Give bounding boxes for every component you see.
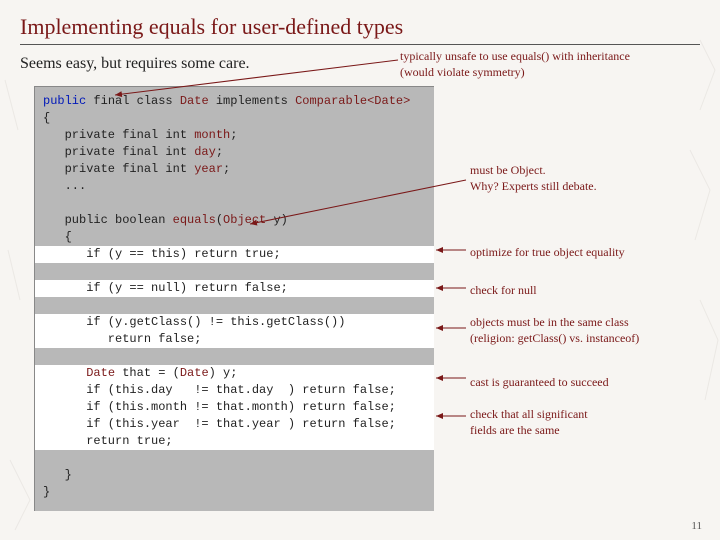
code-text: if (y.getClass() != this.getClass()) [43, 315, 345, 329]
code-text: { [43, 230, 72, 244]
code-text: ... [43, 179, 86, 193]
code-text: private final int [43, 145, 194, 159]
annotation-text: fields are the same [470, 422, 588, 438]
code-highlight: if (y == null) return false; [35, 280, 434, 297]
annotation-optimize: optimize for true object equality [470, 244, 625, 260]
code-text: final class [86, 94, 180, 108]
code-text: return false; [43, 332, 201, 346]
code-text: ( [216, 213, 223, 227]
code-text: public boolean [43, 213, 173, 227]
annotation-text: typically unsafe to use equals() with in… [400, 48, 690, 64]
annotation-text: (would violate symmetry) [400, 64, 690, 80]
code-text [43, 366, 86, 380]
code-highlight: if (y.getClass() != this.getClass()) ret… [35, 314, 434, 348]
annotation-fields: check that all significant fields are th… [470, 406, 588, 438]
code-lit: Date [180, 94, 209, 108]
code-lit: Date [86, 366, 115, 380]
code-lit: month [194, 128, 230, 142]
code-text: ; [216, 145, 223, 159]
annotation-text: check that all significant [470, 406, 588, 422]
code-text: implements [209, 94, 295, 108]
code-lit: day [194, 145, 216, 159]
annotation-null: check for null [470, 282, 537, 298]
code-text: if (this.year != that.year ) return fals… [43, 417, 396, 431]
code-text: return true; [43, 434, 173, 448]
slide: Implementing equals for user-defined typ… [0, 0, 720, 540]
code-highlight: if (y == this) return true; [35, 246, 434, 263]
annotation-text: (religion: getClass() vs. instanceof) [470, 330, 639, 346]
code-text: ) y; [209, 366, 238, 380]
slide-title: Implementing equals for user-defined typ… [20, 14, 700, 45]
code-text: } [43, 468, 72, 482]
code-text: if (this.month != that.month) return fal… [43, 400, 396, 414]
code-lit: Object [223, 213, 266, 227]
annotation-object: must be Object. Why? Experts still debat… [470, 162, 597, 194]
page-number: 11 [691, 520, 702, 532]
code-text: ; [230, 128, 237, 142]
annotation-text: must be Object. [470, 162, 597, 178]
code-text: private final int [43, 128, 194, 142]
annotation-text: objects must be in the same class [470, 314, 639, 330]
code-kw: public [43, 94, 86, 108]
annotation-inheritance: typically unsafe to use equals() with in… [400, 48, 690, 80]
code-text: if (this.day != that.day ) return false; [43, 383, 396, 397]
code-highlight: Date that = (Date) y; if (this.day != th… [35, 365, 434, 450]
code-lit: Comparable<Date> [295, 94, 410, 108]
code-text: } [43, 485, 50, 499]
annotation-class: objects must be in the same class (relig… [470, 314, 639, 346]
annotation-cast: cast is guaranteed to succeed [470, 374, 609, 390]
code-text: { [43, 111, 50, 125]
annotation-text: Why? Experts still debate. [470, 178, 597, 194]
code-block: public final class Date implements Compa… [34, 86, 434, 511]
code-text: private final int [43, 162, 194, 176]
code-text: that = ( [115, 366, 180, 380]
code-lit: equals [173, 213, 216, 227]
code-text: ; [223, 162, 230, 176]
code-lit: Date [180, 366, 209, 380]
code-text: y) [266, 213, 288, 227]
code-lit: year [194, 162, 223, 176]
